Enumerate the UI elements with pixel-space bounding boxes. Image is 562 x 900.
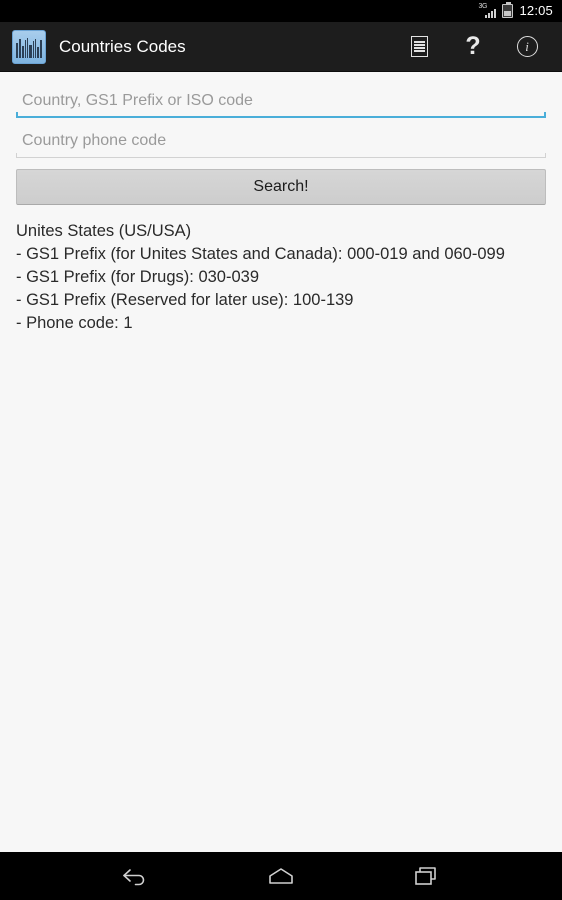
phone-code-placeholder: Country phone code (22, 132, 167, 149)
result-line: - Phone code: 1 (16, 314, 133, 332)
back-icon (123, 869, 145, 886)
list-icon (410, 36, 428, 57)
main-content: Country, GS1 Prefix or ISO code Country … (0, 72, 562, 852)
phone-code-underline (16, 153, 546, 158)
status-bar-right: 3G 12:05 (478, 2, 553, 19)
help-button[interactable]: ? (446, 22, 500, 72)
action-bar-buttons: ? i (392, 22, 554, 72)
search-results: Unites States (US/USA) - GS1 Prefix (for… (16, 220, 546, 335)
help-icon: ? (465, 32, 481, 60)
country-search-underline (16, 112, 546, 118)
home-icon (269, 868, 293, 884)
battery-icon (502, 2, 514, 18)
status-clock: 12:05 (519, 3, 553, 18)
phone-code-input[interactable]: Country phone code (16, 124, 546, 158)
search-button[interactable]: Search! (16, 169, 546, 205)
page-title: Countries Codes (59, 36, 186, 56)
country-search-placeholder: Country, GS1 Prefix or ISO code (22, 92, 253, 109)
barcode-app-icon[interactable] (12, 29, 46, 64)
result-line: - GS1 Prefix (Reserved for later use): 1… (16, 291, 354, 309)
info-button[interactable]: i (500, 22, 554, 72)
result-line: - GS1 Prefix (for Drugs): 030-039 (16, 268, 260, 286)
recents-button[interactable] (399, 852, 455, 900)
action-bar: Countries Codes ? i (0, 22, 562, 72)
country-search-input[interactable]: Country, GS1 Prefix or ISO code (16, 84, 546, 118)
home-button[interactable] (253, 852, 309, 900)
status-bar: 3G 12:05 (0, 0, 562, 22)
system-navigation-bar (0, 852, 562, 900)
app-screen: 3G 12:05 Countries Codes ? i Country, GS… (0, 0, 562, 900)
list-button[interactable] (392, 22, 446, 72)
recents-icon (415, 867, 436, 885)
info-icon: i (516, 36, 538, 57)
barcode-glyph (16, 37, 42, 58)
signal-bars (485, 8, 497, 18)
result-country-title: Unites States (US/USA) (16, 222, 192, 240)
result-line: - GS1 Prefix (for Unites States and Cana… (16, 245, 505, 263)
signal-icon: 3G (478, 3, 497, 19)
back-button[interactable] (107, 852, 163, 900)
